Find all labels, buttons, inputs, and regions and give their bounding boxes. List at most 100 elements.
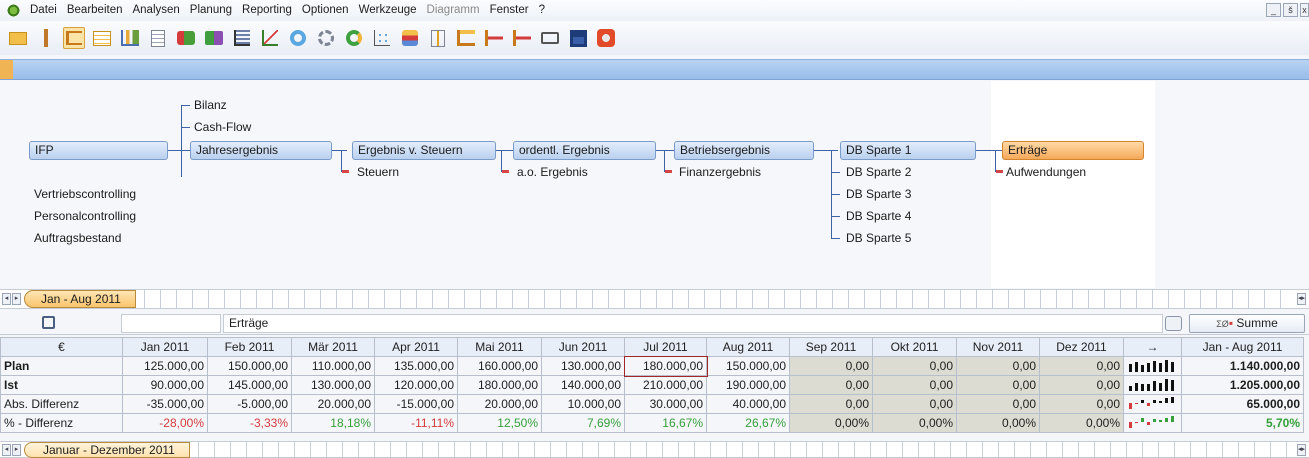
filter-field[interactable] (121, 314, 221, 333)
table-cell[interactable]: 0,00% (789, 413, 873, 433)
node-ergebnis-v-steuern[interactable]: Ergebnis v. Steuern (352, 141, 496, 160)
chart-analysis-icon[interactable] (119, 27, 141, 49)
table-cell[interactable]: 150.000,00 (207, 356, 292, 376)
tree-view-icon[interactable] (63, 27, 85, 49)
node-ao-ergebnis[interactable]: a.o. Ergebnis (517, 164, 588, 180)
table-cell[interactable]: 0,00 (789, 356, 873, 376)
next-period-button[interactable]: ▸ (12, 293, 21, 305)
menu-planung[interactable]: Planung (185, 0, 237, 21)
table-cell[interactable]: -35.000,00 (122, 394, 208, 414)
gear-chart-icon[interactable] (315, 27, 337, 49)
close-button[interactable]: x (1300, 3, 1309, 17)
palette-icon[interactable] (343, 27, 365, 49)
table-cell[interactable]: -11,11% (374, 413, 458, 433)
table-cell[interactable]: 0,00% (872, 413, 957, 433)
table-cell[interactable]: 135.000,00 (374, 356, 458, 376)
minimize-button[interactable]: _ (1266, 3, 1281, 17)
month-header[interactable]: Jun 2011 (541, 337, 625, 357)
node-aufwendungen[interactable]: Aufwendungen (1006, 164, 1086, 180)
node-bilanz[interactable]: Bilanz (194, 97, 227, 113)
month-header[interactable]: Jul 2011 (624, 337, 707, 357)
power-icon[interactable] (595, 27, 617, 49)
table-cell[interactable]: 210.000,00 (624, 375, 707, 395)
next-year-button[interactable]: ▸ (12, 443, 21, 456)
table-cell[interactable]: 40.000,00 (706, 394, 790, 414)
table-cell[interactable]: 140.000,00 (541, 375, 625, 395)
table-cell[interactable]: 0,00 (956, 356, 1040, 376)
table-cell[interactable]: 20.000,00 (457, 394, 542, 414)
prev-period-button[interactable]: ◂ (2, 293, 11, 305)
table-cell[interactable]: 18,18% (291, 413, 375, 433)
month-header[interactable]: Apr 2011 (374, 337, 458, 357)
database-icon[interactable] (399, 27, 421, 49)
node-cash-flow[interactable]: Cash-Flow (194, 119, 251, 135)
node-db-sparte-2[interactable]: DB Sparte 2 (846, 164, 911, 180)
menu-bearbeiten[interactable]: Bearbeiten (62, 0, 128, 21)
period-timeline[interactable] (143, 290, 1295, 308)
document-icon[interactable] (147, 27, 169, 49)
table-cell[interactable]: -3,33% (207, 413, 292, 433)
prev-year-button[interactable]: ◂ (2, 443, 11, 456)
select-all-icon[interactable] (42, 316, 55, 329)
node-auftragsbestand[interactable]: Auftragsbestand (34, 230, 121, 246)
node-db-sparte-1[interactable]: DB Sparte 1 (840, 141, 976, 160)
bar-chart-icon[interactable] (231, 27, 253, 49)
menu-help[interactable]: ? (534, 0, 550, 21)
table-cell[interactable]: 7,69% (541, 413, 625, 433)
ring-chart-icon[interactable] (287, 27, 309, 49)
table-cell[interactable]: 30.000,00 (624, 394, 707, 414)
month-header[interactable]: Dez 2011 (1039, 337, 1124, 357)
table-cell[interactable]: 0,00 (1039, 375, 1124, 395)
period-tab[interactable]: Jan - Aug 2011 (24, 290, 136, 308)
month-header[interactable]: Jan 2011 (122, 337, 208, 357)
table-cell[interactable]: 180.000,00 (623, 355, 708, 377)
table-cell[interactable]: 12,50% (457, 413, 542, 433)
table-cell[interactable]: 130.000,00 (291, 375, 375, 395)
table-cell[interactable]: 0,00 (872, 356, 957, 376)
table-cell[interactable]: 16,67% (624, 413, 707, 433)
month-header[interactable]: Mär 2011 (291, 337, 375, 357)
cost-icon[interactable] (175, 27, 197, 49)
table-cell[interactable]: 145.000,00 (207, 375, 292, 395)
scroll-right-button[interactable]: ◂▸ (1297, 293, 1306, 305)
table-cell[interactable]: -15.000,00 (374, 394, 458, 414)
table-cell[interactable]: 0,00% (1039, 413, 1124, 433)
node-db-sparte-3[interactable]: DB Sparte 3 (846, 186, 911, 202)
menu-analysen[interactable]: Analysen (127, 0, 184, 21)
pin-icon[interactable] (35, 27, 57, 49)
open-folder-icon[interactable] (7, 27, 29, 49)
table-cell[interactable]: 0,00% (956, 413, 1040, 433)
table-cell[interactable]: 120.000,00 (374, 375, 458, 395)
node-db-sparte-5[interactable]: DB Sparte 5 (846, 230, 911, 246)
menu-werkzeuge[interactable]: Werkzeuge (354, 0, 422, 21)
table-cell[interactable]: 150.000,00 (706, 356, 790, 376)
table-cell[interactable]: 10.000,00 (541, 394, 625, 414)
node-personalcontrolling[interactable]: Personalcontrolling (34, 208, 136, 224)
node-betriebsergebnis[interactable]: Betriebsergebnis (674, 141, 814, 160)
node-db-sparte-4[interactable]: DB Sparte 4 (846, 208, 911, 224)
table-cell[interactable]: 190.000,00 (706, 375, 790, 395)
month-header[interactable]: Sep 2011 (789, 337, 873, 357)
table-cell[interactable]: 0,00 (1039, 356, 1124, 376)
tree-structure-icon[interactable] (455, 27, 477, 49)
export-icon[interactable] (483, 27, 505, 49)
table-cell[interactable]: 0,00 (1039, 394, 1124, 414)
comment-icon[interactable] (1165, 316, 1182, 331)
table-cell[interactable]: 125.000,00 (122, 356, 208, 376)
table-cell[interactable]: -5.000,00 (207, 394, 292, 414)
table-icon[interactable] (91, 27, 113, 49)
table-cell[interactable]: 160.000,00 (457, 356, 542, 376)
table-cell[interactable]: 90.000,00 (122, 375, 208, 395)
table-cell[interactable]: 0,00 (956, 394, 1040, 414)
table-cell[interactable]: 110.000,00 (291, 356, 375, 376)
table-cell[interactable]: 130.000,00 (541, 356, 625, 376)
scroll-right-button[interactable]: ◂▸ (1297, 443, 1306, 456)
table-cell[interactable]: 0,00 (789, 375, 873, 395)
month-header[interactable]: Feb 2011 (207, 337, 292, 357)
node-steuern[interactable]: Steuern (357, 164, 399, 180)
summe-button[interactable]: ΣØ▪ Summe (1189, 314, 1305, 333)
save-icon[interactable] (567, 27, 589, 49)
table-cell[interactable]: 20.000,00 (291, 394, 375, 414)
menu-datei[interactable]: Datei (25, 0, 62, 21)
menu-optionen[interactable]: Optionen (297, 0, 354, 21)
